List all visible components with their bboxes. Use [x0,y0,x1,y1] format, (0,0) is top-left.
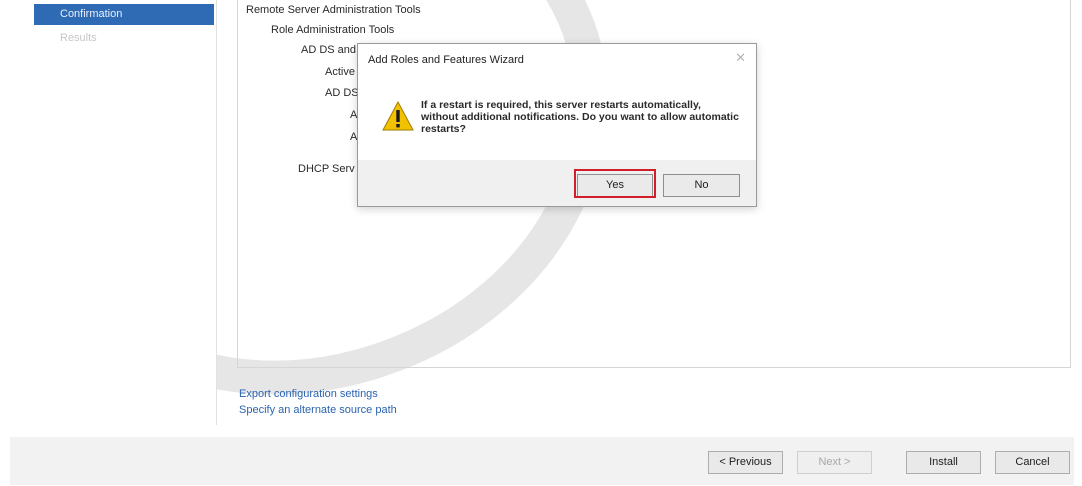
restart-confirmation-dialog: Add Roles and Features Wizard ✕ If a res… [357,43,757,207]
no-button[interactable]: No [663,174,740,197]
nav-item-label: Confirmation [60,8,123,20]
nav-item-label: Results [60,32,97,44]
install-button[interactable]: Install [906,451,981,474]
tree-item: Active [325,66,355,78]
tree-item: AD DS and [301,44,357,56]
nav-item-results: Results [34,28,214,49]
dialog-title: Add Roles and Features Wizard [368,54,524,66]
dialog-message: If a restart is required, this server re… [421,99,739,135]
next-button: Next > [797,451,872,474]
export-configuration-link[interactable]: Export configuration settings [239,388,378,400]
close-icon[interactable]: ✕ [735,50,746,66]
warning-icon [382,101,414,131]
alternate-source-path-link[interactable]: Specify an alternate source path [239,404,397,416]
previous-button[interactable]: < Previous [708,451,783,474]
cancel-button[interactable]: Cancel [995,451,1070,474]
tree-item: AD DS [325,87,359,99]
wizard-navigation: Confirmation Results [0,0,216,438]
yes-button[interactable]: Yes [577,174,653,197]
tree-item: DHCP Serv [298,163,355,175]
tree-item: Remote Server Administration Tools [246,4,421,16]
tree-item: Role Administration Tools [271,24,395,36]
nav-item-confirmation[interactable]: Confirmation [34,4,214,25]
nav-divider [216,0,217,425]
